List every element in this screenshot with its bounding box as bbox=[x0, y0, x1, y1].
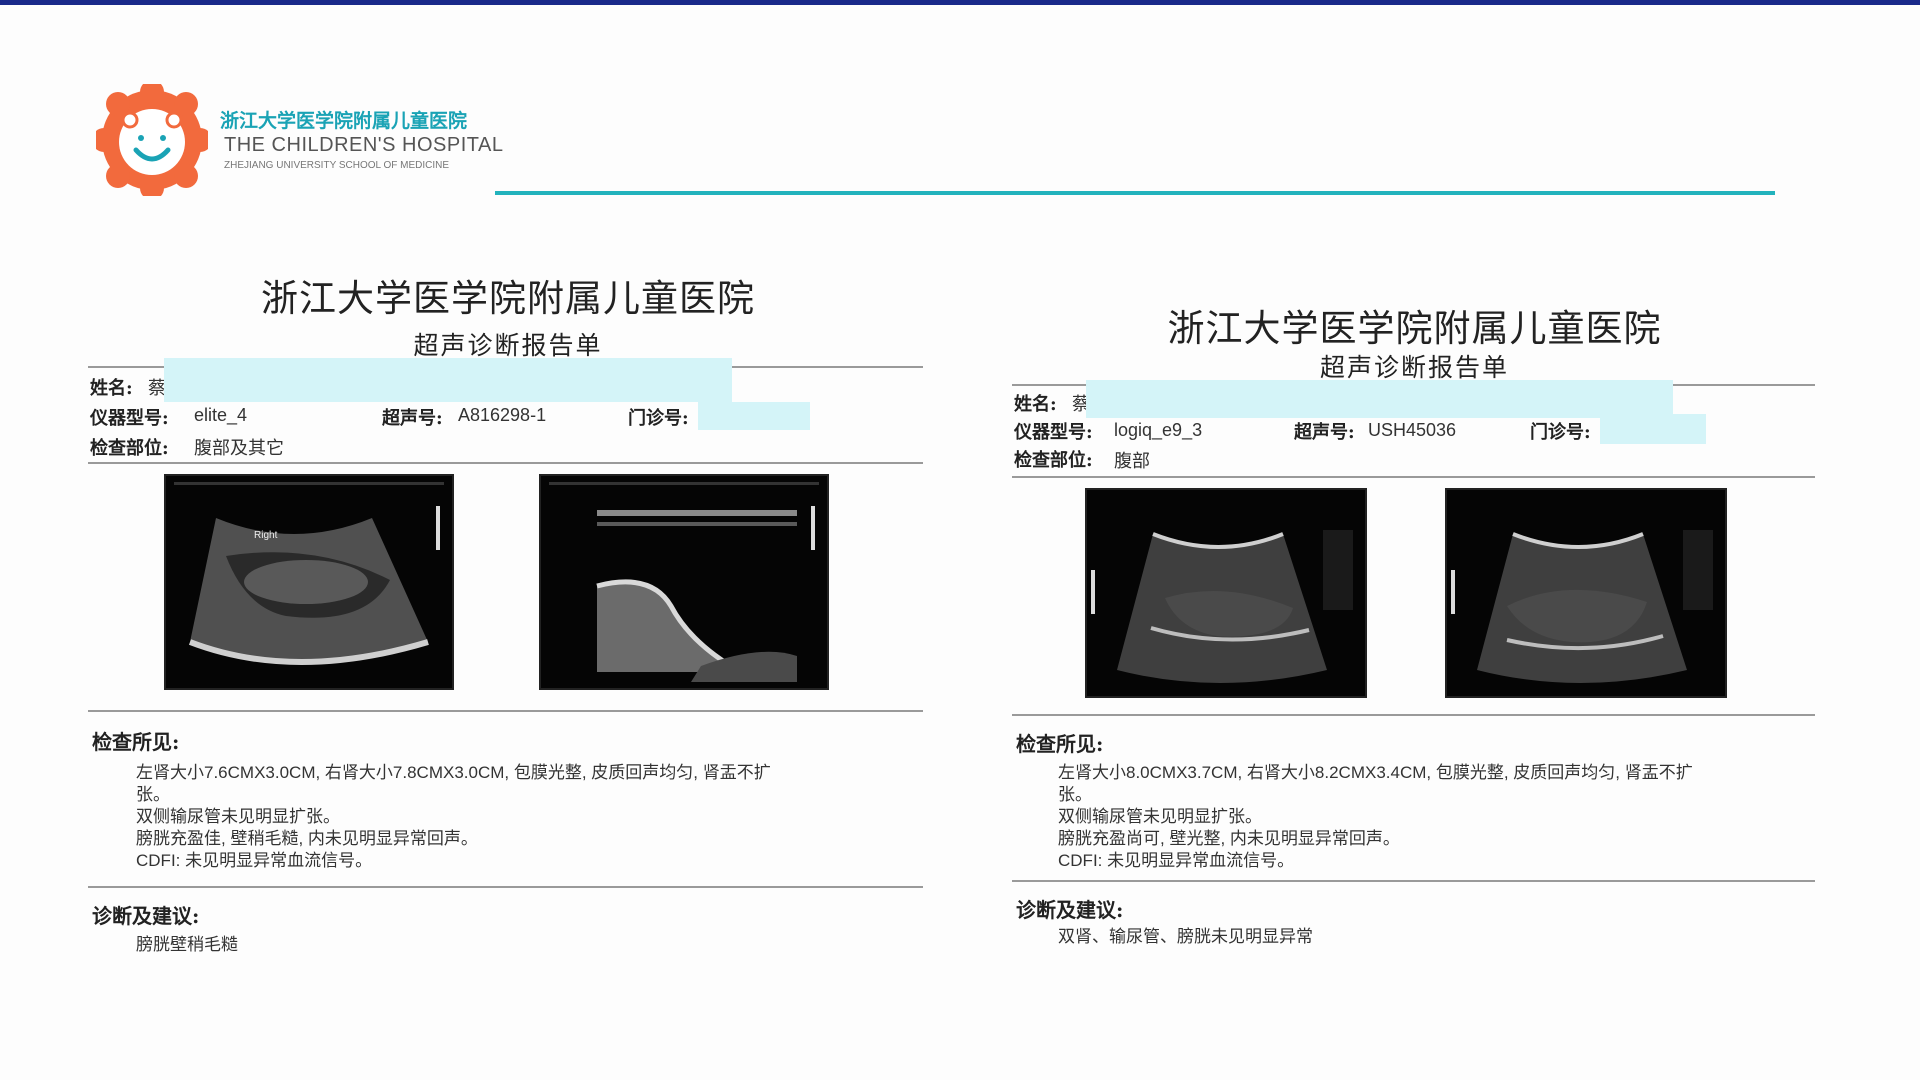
diagnosis-label: 诊断及建议: bbox=[1016, 898, 1124, 922]
device-label: 仪器型号: bbox=[90, 408, 169, 429]
findings-line: 张。 bbox=[136, 785, 170, 804]
diagnosis-text: 膀胱壁稍毛糙 bbox=[136, 935, 238, 954]
slide: 浙江大学医学院附属儿童医院 THE CHILDREN'S HOSPITAL ZH… bbox=[0, 0, 1920, 1080]
findings-line: 膀胱充盈尚可, 壁光整, 内未见明显异常回声。 bbox=[1058, 829, 1400, 848]
clinic-number-label: 门诊号: bbox=[628, 408, 689, 429]
findings-line: 双侧输尿管未见明显扩张。 bbox=[1058, 807, 1262, 826]
findings-line: 张。 bbox=[1058, 785, 1092, 804]
divider bbox=[1012, 880, 1815, 882]
divider bbox=[1012, 714, 1815, 716]
divider bbox=[88, 462, 923, 464]
clinic-number-label: 门诊号: bbox=[1530, 422, 1591, 443]
logo-english-name: THE CHILDREN'S HOSPITAL bbox=[224, 134, 504, 156]
redaction-mask bbox=[1086, 380, 1673, 418]
logo-chinese-name: 浙江大学医学院附属儿童医院 bbox=[220, 110, 468, 132]
device-value: elite_4 bbox=[194, 405, 248, 425]
us-number-value: USH45036 bbox=[1368, 420, 1457, 440]
findings-line: 膀胱充盈佳, 壁稍毛糙, 内未见明显异常回声。 bbox=[136, 829, 478, 848]
site-label: 检查部位: bbox=[1014, 450, 1093, 471]
findings-line: 左肾大小8.0CMX3.7CM, 右肾大小8.2CMX3.4CM, 包膜光整, … bbox=[1058, 763, 1693, 782]
image-annotation: Right bbox=[254, 530, 278, 541]
redaction-mask bbox=[164, 358, 732, 402]
report-title: 超声诊断报告单 bbox=[1319, 353, 1509, 382]
name-label: 姓名: bbox=[1014, 394, 1057, 415]
redaction-mask bbox=[1600, 414, 1706, 444]
ultrasound-image bbox=[539, 474, 829, 690]
lion-logo-icon bbox=[96, 84, 208, 196]
ultrasound-image bbox=[1445, 488, 1727, 698]
redaction-mask bbox=[698, 402, 810, 430]
findings-line: CDFI: 未见明显异常血流信号。 bbox=[136, 851, 373, 870]
report-title: 超声诊断报告单 bbox=[413, 331, 603, 360]
site-value: 腹部及其它 bbox=[194, 438, 284, 458]
report-left: 浙江大学医学院附属儿童医院 超声诊断报告单 姓名: 蔡 仪器型号: elite_… bbox=[88, 268, 928, 988]
us-number-value: A816298-1 bbox=[458, 405, 547, 425]
report-right: 浙江大学医学院附属儿童医院 超声诊断报告单 姓名: 蔡 仪器型号: logiq_… bbox=[1012, 290, 1817, 1010]
findings-label: 检查所见: bbox=[1016, 732, 1104, 756]
us-number-label: 超声号: bbox=[1294, 422, 1355, 443]
header-rule bbox=[495, 191, 1775, 195]
top-band bbox=[0, 0, 1920, 5]
site-label: 检查部位: bbox=[90, 438, 169, 459]
site-value: 腹部 bbox=[1114, 451, 1150, 471]
hospital-logo: 浙江大学医学院附属儿童医院 THE CHILDREN'S HOSPITAL ZH… bbox=[96, 84, 503, 196]
device-label: 仪器型号: bbox=[1014, 422, 1093, 443]
findings-label: 检查所见: bbox=[92, 730, 180, 754]
report-hospital-title: 浙江大学医学院附属儿童医院 bbox=[261, 277, 755, 320]
findings-text: 左肾大小7.6CMX3.0CM, 右肾大小7.8CMX3.0CM, 包膜光整, … bbox=[136, 762, 896, 872]
name-label: 姓名: bbox=[90, 378, 133, 399]
findings-line: 左肾大小7.6CMX3.0CM, 右肾大小7.8CMX3.0CM, 包膜光整, … bbox=[136, 763, 771, 782]
report-hospital-title: 浙江大学医学院附属儿童医院 bbox=[1167, 307, 1662, 350]
divider bbox=[88, 886, 923, 888]
ultrasound-image bbox=[1085, 488, 1367, 698]
logo-english-subname: ZHEJIANG UNIVERSITY SCHOOL OF MEDICINE bbox=[224, 160, 450, 171]
diagnosis-text: 双肾、输尿管、膀胱未见明显异常 bbox=[1058, 927, 1313, 946]
us-number-label: 超声号: bbox=[382, 408, 443, 429]
divider bbox=[1012, 476, 1815, 478]
diagnosis-label: 诊断及建议: bbox=[92, 904, 200, 928]
findings-text: 左肾大小8.0CMX3.7CM, 右肾大小8.2CMX3.4CM, 包膜光整, … bbox=[1058, 762, 1798, 872]
divider bbox=[88, 710, 923, 712]
ultrasound-image: Right bbox=[164, 474, 454, 690]
findings-line: 双侧输尿管未见明显扩张。 bbox=[136, 807, 340, 826]
device-value: logiq_e9_3 bbox=[1114, 420, 1203, 440]
findings-line: CDFI: 未见明显异常血流信号。 bbox=[1058, 851, 1295, 870]
